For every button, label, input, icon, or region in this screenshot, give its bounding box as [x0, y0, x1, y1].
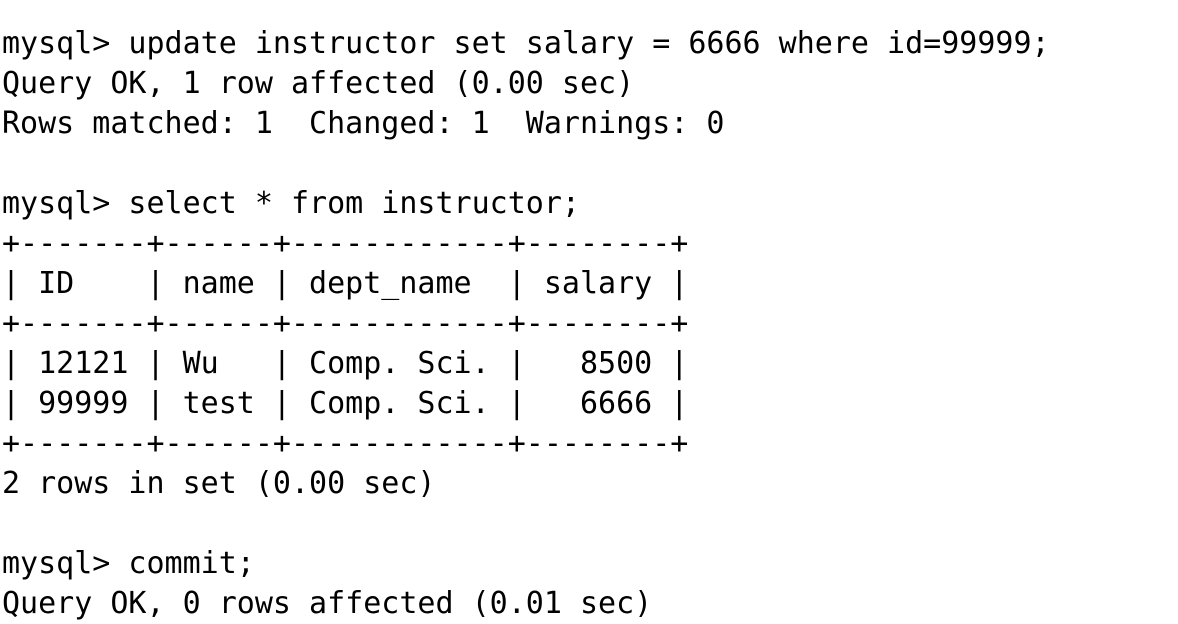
terminal-line-clipped — [2, 0, 1178, 24]
table-border-bottom: +-------+------+------------+--------+ — [2, 426, 689, 461]
terminal-output[interactable]: mysql> update instructor set salary = 66… — [2, 0, 1178, 624]
table-row: | 99999 | test | Comp. Sci. | 6666 | — [2, 386, 689, 421]
table-border-mid: +-------+------+------------+--------+ — [2, 306, 689, 341]
terminal-line-select-command: mysql> select * from instructor; — [2, 186, 580, 221]
terminal-line-commit-result: Query OK, 0 rows affected (0.01 sec) — [2, 586, 653, 621]
terminal-line-update-command: mysql> update instructor set salary = 66… — [2, 26, 1050, 61]
terminal-line-rows-matched: Rows matched: 1 Changed: 1 Warnings: 0 — [2, 106, 725, 141]
terminal-line-commit-command: mysql> commit; — [2, 546, 255, 581]
table-row: | 12121 | Wu | Comp. Sci. | 8500 | — [2, 346, 689, 381]
table-header-row: | ID | name | dept_name | salary | — [2, 266, 689, 301]
terminal-line-query-ok: Query OK, 1 row affected (0.00 sec) — [2, 66, 635, 101]
terminal-line-rows-in-set: 2 rows in set (0.00 sec) — [2, 466, 436, 501]
table-border-top: +-------+------+------------+--------+ — [2, 226, 689, 261]
